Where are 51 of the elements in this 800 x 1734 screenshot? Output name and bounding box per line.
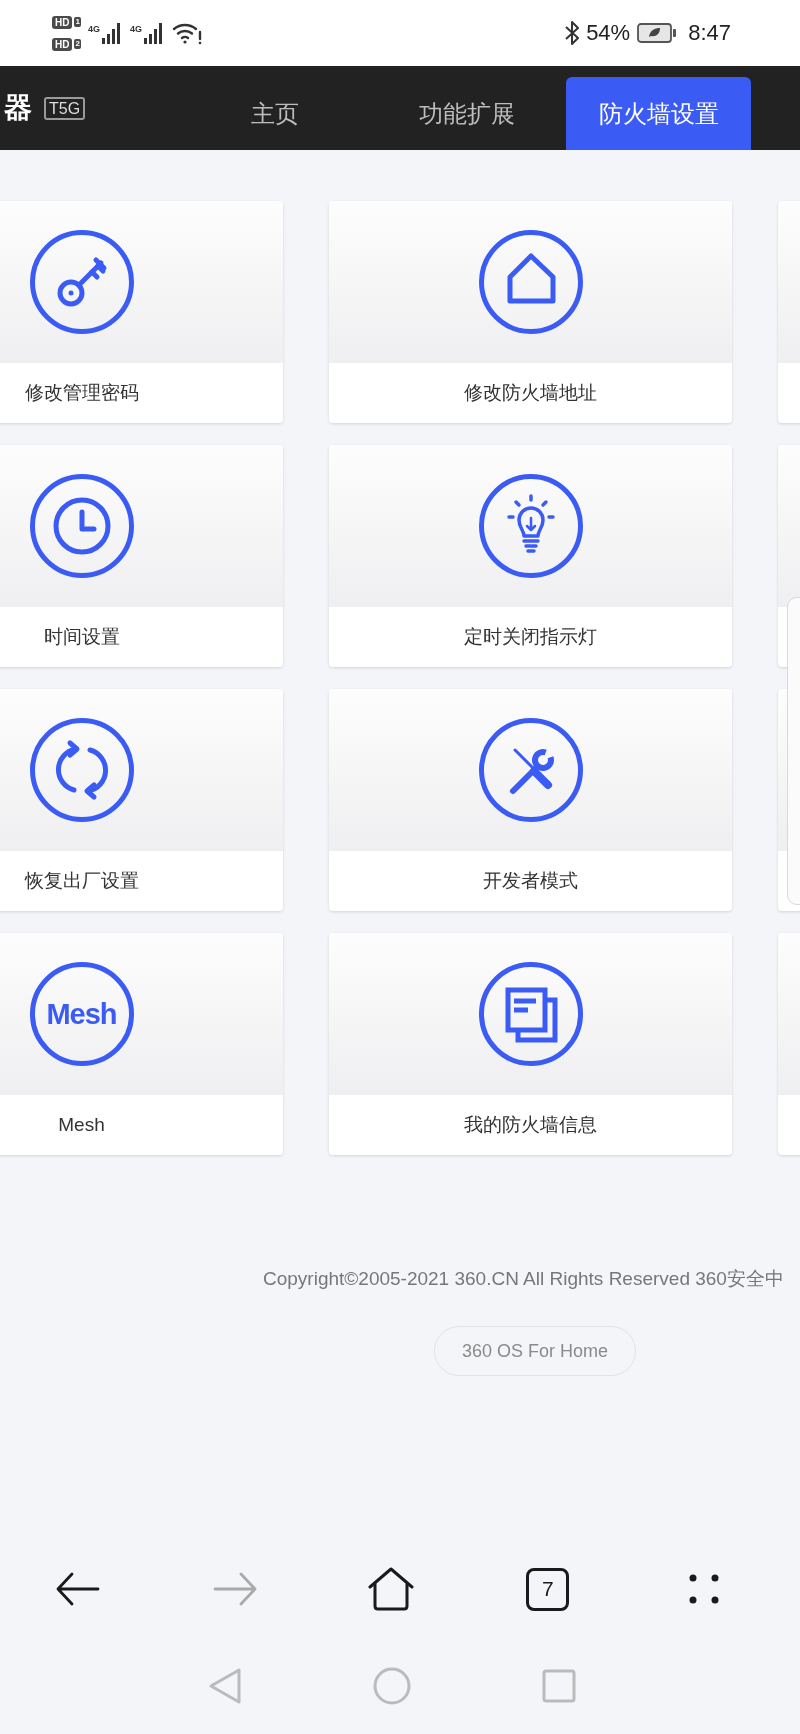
settings-card[interactable]: 时间设置 — [0, 445, 283, 667]
settings-card[interactable]: 开发者模式 — [329, 689, 732, 911]
sim-slot: 2 — [74, 39, 81, 49]
card-label: 修改防火墙地址 — [464, 381, 597, 405]
hd-badge: HD — [52, 15, 73, 29]
recents-square-icon[interactable] — [541, 1669, 576, 1703]
model-badge: T5G — [44, 96, 86, 120]
card-label: Mesh — [58, 1113, 105, 1137]
home-icon[interactable] — [368, 1567, 415, 1611]
settings-card[interactable]: 修改管理密码 — [0, 201, 283, 423]
bluetooth-icon — [565, 20, 580, 46]
nav-tab[interactable]: 防火墙设置 — [566, 77, 751, 150]
documents-icon — [478, 962, 583, 1066]
nav-tab[interactable]: 功能扩展 — [374, 77, 559, 150]
card-label: 我的防火墙信息 — [464, 1113, 597, 1137]
wifi-icon — [171, 21, 202, 45]
settings-card[interactable]: 恢复出厂设置 — [0, 689, 283, 911]
house-icon — [478, 230, 583, 334]
settings-card[interactable]: 修改防火墙地址 — [329, 201, 732, 423]
home-circle-icon[interactable] — [372, 1667, 411, 1705]
hd-badge: HD — [52, 37, 73, 51]
battery-icon — [637, 22, 678, 44]
back-triangle-icon[interactable] — [207, 1667, 242, 1705]
nav-tab[interactable]: 主页 — [182, 77, 367, 150]
clock-time: 8:47 — [688, 20, 731, 46]
clock-icon — [29, 474, 134, 578]
copyright-text: Copyright©2005-2021 360.CN All Rights Reserved 360安全中 — [263, 1268, 784, 1289]
card-label: 定时关闭指示灯 — [464, 625, 597, 649]
signal-icon — [100, 22, 123, 44]
network-type: 4G — [129, 24, 142, 34]
back-arrow-icon[interactable] — [56, 1571, 101, 1607]
settings-card[interactable]: 定时关闭指示灯 — [329, 445, 732, 667]
settings-card[interactable]: Mesh Mesh — [0, 933, 283, 1155]
battery-percent: 54% — [586, 20, 631, 46]
mesh-logo: Mesh — [29, 962, 134, 1066]
card-label: 时间设置 — [43, 625, 120, 649]
tools-icon — [478, 718, 583, 822]
network-type: 4G — [87, 24, 100, 34]
signal-icon — [142, 22, 165, 44]
menu-dots-icon[interactable] — [689, 1574, 720, 1604]
logo-text: 器 — [4, 92, 32, 124]
tabs-count-button[interactable]: 7 — [526, 1567, 570, 1611]
settings-card[interactable]: 我的防火墙信息 — [329, 933, 732, 1155]
sim-slot: 1 — [74, 17, 81, 27]
lightbulb-icon — [478, 474, 583, 578]
card-label: 开发者模式 — [483, 869, 578, 893]
sync-icon — [29, 718, 134, 822]
card-label: 恢复出厂设置 — [24, 869, 139, 893]
card-label: 修改管理密码 — [24, 381, 139, 405]
key-icon — [29, 230, 134, 334]
os-badge: 360 OS For Home — [434, 1326, 636, 1376]
